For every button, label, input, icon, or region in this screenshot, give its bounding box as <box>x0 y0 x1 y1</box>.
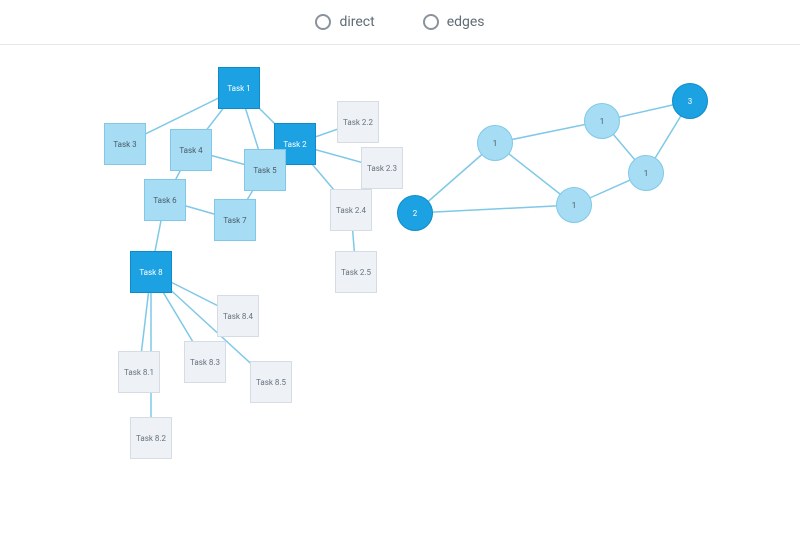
radio-direct[interactable]: direct <box>315 14 374 30</box>
node-t81[interactable]: Task 8.1 <box>118 351 160 393</box>
node-t83[interactable]: Task 8.3 <box>184 341 226 383</box>
radio-icon <box>315 14 331 30</box>
node-label: Task 4 <box>179 146 202 155</box>
node-label: Task 8.2 <box>136 434 166 443</box>
node-label: Task 5 <box>253 166 276 175</box>
graph-canvas[interactable]: Task 1 Task 2 Task 3 Task 4 Task 5 Task 6 Task… <box>0 45 800 546</box>
node-t25[interactable]: Task 2.5 <box>335 251 377 293</box>
node-label: Task 2 <box>283 140 306 149</box>
node-label: Task 8.1 <box>124 368 154 377</box>
node-t23[interactable]: Task 2.3 <box>361 147 403 189</box>
edge <box>415 205 574 213</box>
toolbar: direct edges <box>0 0 800 45</box>
node-label: Task 7 <box>223 216 246 225</box>
node-label: Task 2.2 <box>343 118 373 127</box>
node-label: 1 <box>493 139 498 148</box>
node-label: 1 <box>600 117 605 126</box>
node-c2[interactable]: 2 <box>397 195 433 231</box>
node-t4[interactable]: Task 4 <box>170 129 212 171</box>
node-t5[interactable]: Task 5 <box>244 149 286 191</box>
node-t6[interactable]: Task 6 <box>144 179 186 221</box>
node-t1[interactable]: Task 1 <box>218 67 260 109</box>
node-t3[interactable]: Task 3 <box>104 123 146 165</box>
node-label: Task 8.3 <box>190 358 220 367</box>
radio-edges[interactable]: edges <box>423 14 485 30</box>
node-c1a[interactable]: 1 <box>477 125 513 161</box>
node-label: 1 <box>572 201 577 210</box>
node-t24[interactable]: Task 2.4 <box>330 189 372 231</box>
node-c3[interactable]: 3 <box>672 83 708 119</box>
radio-label: direct <box>339 14 374 30</box>
node-label: Task 8.4 <box>223 312 253 321</box>
node-label: Task 2.4 <box>336 206 366 215</box>
node-label: 1 <box>644 169 649 178</box>
node-label: Task 8 <box>139 268 162 277</box>
node-label: Task 3 <box>113 140 136 149</box>
node-t7[interactable]: Task 7 <box>214 199 256 241</box>
node-label: Task 8.5 <box>256 378 286 387</box>
node-t82[interactable]: Task 8.2 <box>130 417 172 459</box>
node-c1b[interactable]: 1 <box>556 187 592 223</box>
node-label: 2 <box>413 209 418 218</box>
radio-label: edges <box>447 14 485 30</box>
node-t84[interactable]: Task 8.4 <box>217 295 259 337</box>
edge-layer <box>0 45 800 546</box>
node-t22[interactable]: Task 2.2 <box>337 101 379 143</box>
node-label: Task 2.5 <box>341 268 371 277</box>
node-label: Task 6 <box>153 196 176 205</box>
node-label: Task 1 <box>227 84 250 93</box>
node-c1d[interactable]: 1 <box>628 155 664 191</box>
node-label: 3 <box>688 97 693 106</box>
node-label: Task 2.3 <box>367 164 397 173</box>
radio-icon <box>423 14 439 30</box>
node-t8[interactable]: Task 8 <box>130 251 172 293</box>
node-c1c[interactable]: 1 <box>584 103 620 139</box>
node-t85[interactable]: Task 8.5 <box>250 361 292 403</box>
